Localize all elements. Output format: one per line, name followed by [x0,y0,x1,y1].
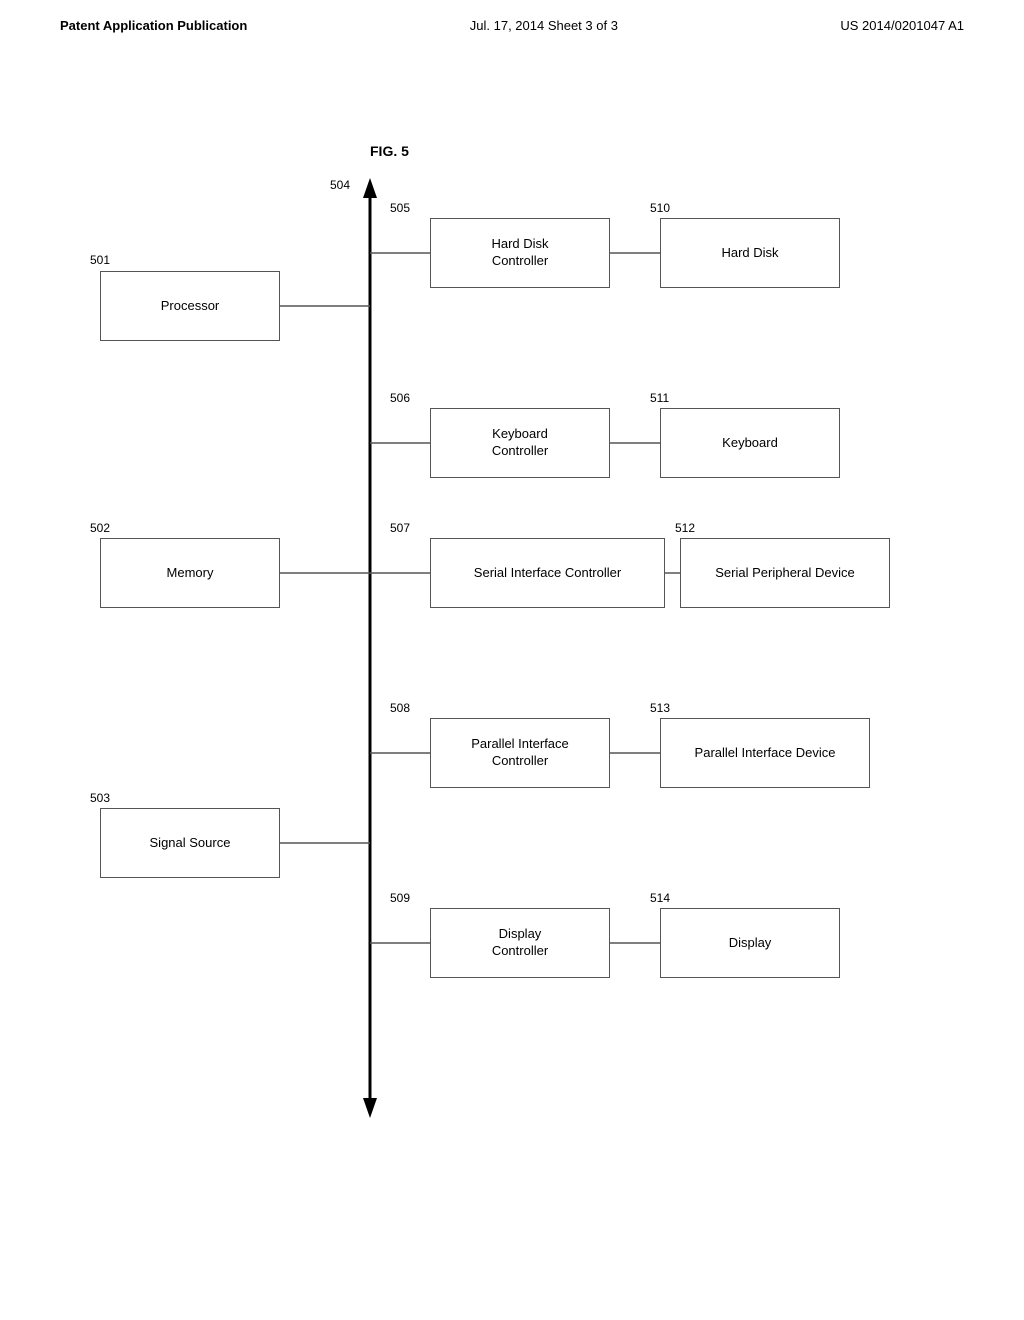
box-hard-disk-controller: Hard Disk Controller [430,218,610,288]
ref-511: 511 [650,391,669,405]
box-parallel-interface-device: Parallel Interface Device [660,718,870,788]
box-serial-peripheral-device: Serial Peripheral Device [680,538,890,608]
ref-504: 504 [330,178,350,192]
box-memory: Memory [100,538,280,608]
box-display-controller: Display Controller [430,908,610,978]
box-keyboard-controller: Keyboard Controller [430,408,610,478]
ref-505: 505 [390,201,410,215]
ref-506: 506 [390,391,410,405]
ref-508: 508 [390,701,410,715]
ref-507: 507 [390,521,410,535]
figure-label: FIG. 5 [370,143,409,159]
ref-502: 502 [90,521,110,535]
ref-503: 503 [90,791,110,805]
box-processor: Processor [100,271,280,341]
header-center: Jul. 17, 2014 Sheet 3 of 3 [470,18,618,33]
box-hard-disk: Hard Disk [660,218,840,288]
header-left: Patent Application Publication [60,18,247,33]
ref-513: 513 [650,701,670,715]
ref-510: 510 [650,201,670,215]
box-keyboard: Keyboard [660,408,840,478]
ref-509: 509 [390,891,410,905]
ref-512: 512 [675,521,695,535]
box-parallel-interface-controller: Parallel Interface Controller [430,718,610,788]
ref-514: 514 [650,891,670,905]
box-serial-interface-controller: Serial Interface Controller [430,538,665,608]
box-display: Display [660,908,840,978]
header-right: US 2014/0201047 A1 [840,18,964,33]
box-signal-source: Signal Source [100,808,280,878]
diagram-area: FIG. 5 [0,53,1024,1253]
ref-501: 501 [90,253,110,267]
page-header: Patent Application Publication Jul. 17, … [0,0,1024,33]
